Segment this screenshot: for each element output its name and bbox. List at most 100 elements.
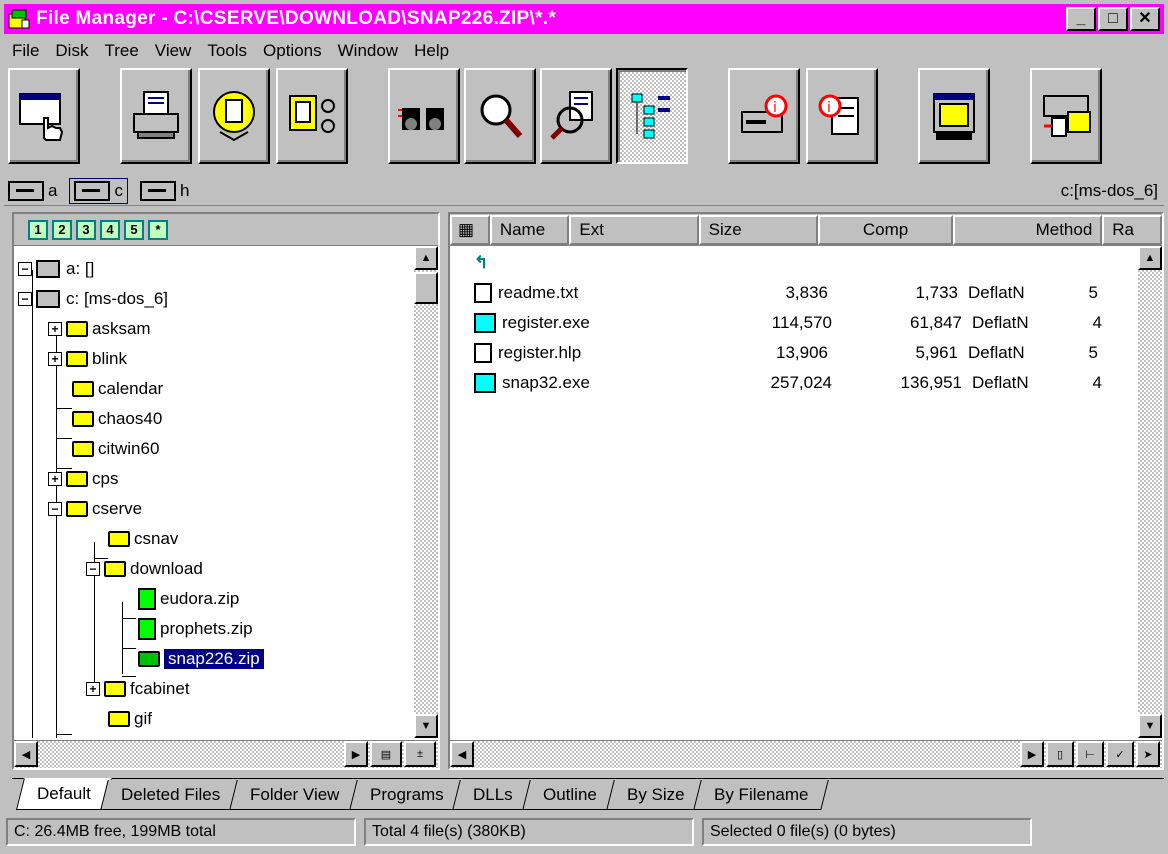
tree-item[interactable]: + fcabinet: [86, 674, 190, 704]
file-row[interactable]: readme.txt 3,836 1,733 DeflatN 5: [474, 278, 1142, 308]
find-button[interactable]: [198, 68, 270, 164]
tree-item[interactable]: − download: [86, 554, 203, 584]
zip-tools-button[interactable]: [276, 68, 348, 164]
checkmark-icon[interactable]: ✓: [1106, 741, 1134, 767]
tab-deleted-files[interactable]: Deleted Files: [100, 780, 241, 810]
tree-item[interactable]: − a: []: [18, 254, 94, 284]
minimize-button[interactable]: _: [1066, 7, 1096, 31]
collapse-icon[interactable]: −: [48, 502, 62, 516]
magnifier-button[interactable]: [464, 68, 536, 164]
file-list-pane: ▦ Name Ext Size Comp Method Ra ↰ readme.…: [448, 212, 1164, 770]
tree-level-2-button[interactable]: 2: [52, 219, 72, 240]
file-row[interactable]: snap32.exe 257,024 136,951 DeflatN 4: [474, 368, 1142, 398]
print-button[interactable]: [120, 68, 192, 164]
search-doc-button[interactable]: [540, 68, 612, 164]
tree-level-all-button[interactable]: *: [148, 219, 168, 240]
column-comp[interactable]: Comp: [817, 214, 954, 245]
column-size[interactable]: Size: [698, 214, 818, 245]
tree-level-1-button[interactable]: 1: [28, 219, 48, 240]
collapse-icon[interactable]: −: [18, 292, 32, 306]
menu-disk[interactable]: Disk: [47, 41, 96, 61]
menu-tools[interactable]: Tools: [199, 41, 255, 61]
tree-item[interactable]: prophets.zip: [138, 614, 253, 644]
tree-item[interactable]: − c: [ms-dos_6]: [18, 284, 168, 314]
window-button[interactable]: [918, 68, 990, 164]
expand-icon[interactable]: +: [48, 472, 62, 486]
drive-h[interactable]: h: [136, 179, 193, 203]
file-list-horizontal-scrollbar[interactable]: ◀ ▶ ▯ ⊢ ✓ ➤: [450, 740, 1162, 768]
tree-view-button[interactable]: [616, 68, 688, 164]
column-name[interactable]: Name: [489, 214, 570, 245]
title-bar[interactable]: File Manager - C:\CSERVE\DOWNLOAD\SNAP22…: [4, 4, 1164, 34]
file-row[interactable]: register.hlp 13,906 5,961 DeflatN 5: [474, 338, 1142, 368]
file-info-icon: i: [818, 94, 859, 135]
tree-horizontal-scrollbar[interactable]: ◀ ▶ ▤ ±: [14, 740, 438, 768]
scroll-right-arrow-icon[interactable]: ▶: [344, 741, 368, 767]
column-method[interactable]: Method: [953, 214, 1103, 245]
cursor-arrow-icon[interactable]: ➤: [1136, 741, 1160, 767]
tree-level-5-button[interactable]: 5: [124, 219, 144, 240]
tree-item[interactable]: calendar: [72, 374, 163, 404]
tab-folder-view[interactable]: Folder View: [229, 780, 361, 810]
tree-item[interactable]: eudora.zip: [138, 584, 239, 614]
parent-dir-row[interactable]: ↰: [474, 248, 1142, 278]
tree-vertical-scrollbar[interactable]: ▲ ▼: [414, 246, 438, 738]
menu-options[interactable]: Options: [255, 41, 330, 61]
scroll-left-arrow-icon[interactable]: ◀: [450, 741, 474, 767]
save-view-icon[interactable]: ▯: [1046, 741, 1074, 767]
scroll-thumb[interactable]: [414, 272, 438, 304]
maximize-button[interactable]: □: [1098, 7, 1128, 31]
tree-item[interactable]: chaos40: [72, 404, 162, 434]
drive-transfer-button[interactable]: [1030, 68, 1102, 164]
expand-icon[interactable]: +: [86, 682, 100, 696]
tree-item-selected[interactable]: snap226.zip: [138, 644, 264, 674]
tree-level-3-button[interactable]: 3: [76, 219, 96, 240]
tree-item[interactable]: − cserve: [48, 494, 142, 524]
close-button[interactable]: ✕: [1130, 7, 1160, 31]
tree-level-4-button[interactable]: 4: [100, 219, 120, 240]
scroll-down-arrow-icon[interactable]: ▼: [1138, 714, 1162, 738]
scroll-down-arrow-icon[interactable]: ▼: [414, 714, 438, 738]
file-manager-app-icon[interactable]: [8, 8, 30, 30]
tree-toggle-icon[interactable]: ⊢: [1076, 741, 1104, 767]
drive-c[interactable]: c: [69, 177, 128, 204]
tab-default[interactable]: Default: [16, 778, 112, 810]
tree-item[interactable]: + cps: [48, 464, 118, 494]
tab-dlls[interactable]: DLLs: [452, 780, 534, 810]
print-tree-icon[interactable]: ▤: [370, 741, 402, 767]
collapse-icon[interactable]: −: [86, 562, 100, 576]
binoculars-button[interactable]: [388, 68, 460, 164]
tree-item[interactable]: csnav: [108, 524, 178, 554]
file-row[interactable]: register.exe 114,570 61,847 DeflatN 4: [474, 308, 1142, 338]
tab-by-size[interactable]: By Size: [606, 780, 706, 810]
menu-view[interactable]: View: [147, 41, 200, 61]
scroll-up-arrow-icon[interactable]: ▲: [414, 246, 438, 270]
scroll-up-arrow-icon[interactable]: ▲: [1138, 246, 1162, 270]
scroll-left-arrow-icon[interactable]: ◀: [14, 741, 38, 767]
tree-item[interactable]: + asksam: [48, 314, 151, 344]
menu-tree[interactable]: Tree: [96, 41, 146, 61]
tree-item[interactable]: citwin60: [72, 434, 159, 464]
sort-icon[interactable]: ▦: [450, 214, 490, 245]
hand-button[interactable]: [8, 68, 80, 164]
tree-item[interactable]: gif: [108, 704, 152, 734]
file-info-button[interactable]: i: [806, 68, 878, 164]
menu-window[interactable]: Window: [330, 41, 406, 61]
menu-file[interactable]: File: [4, 41, 47, 61]
file-list-vertical-scrollbar[interactable]: ▲ ▼: [1138, 246, 1162, 738]
expand-icon[interactable]: +: [48, 352, 62, 366]
tab-outline[interactable]: Outline: [522, 780, 618, 810]
column-ra[interactable]: Ra: [1102, 214, 1162, 245]
folder-icon: [108, 711, 130, 727]
tab-programs[interactable]: Programs: [348, 780, 464, 810]
tree-item[interactable]: + blink: [48, 344, 127, 374]
tab-by-filename[interactable]: By Filename: [693, 780, 830, 810]
plus-minus-icon[interactable]: ±: [404, 741, 436, 767]
column-ext[interactable]: Ext: [569, 214, 699, 245]
scroll-right-arrow-icon[interactable]: ▶: [1020, 741, 1044, 767]
menu-help[interactable]: Help: [406, 41, 457, 61]
disk-info-button[interactable]: i: [728, 68, 800, 164]
expand-icon[interactable]: +: [48, 322, 62, 336]
collapse-icon[interactable]: −: [18, 262, 32, 276]
drive-a[interactable]: a: [4, 179, 61, 203]
